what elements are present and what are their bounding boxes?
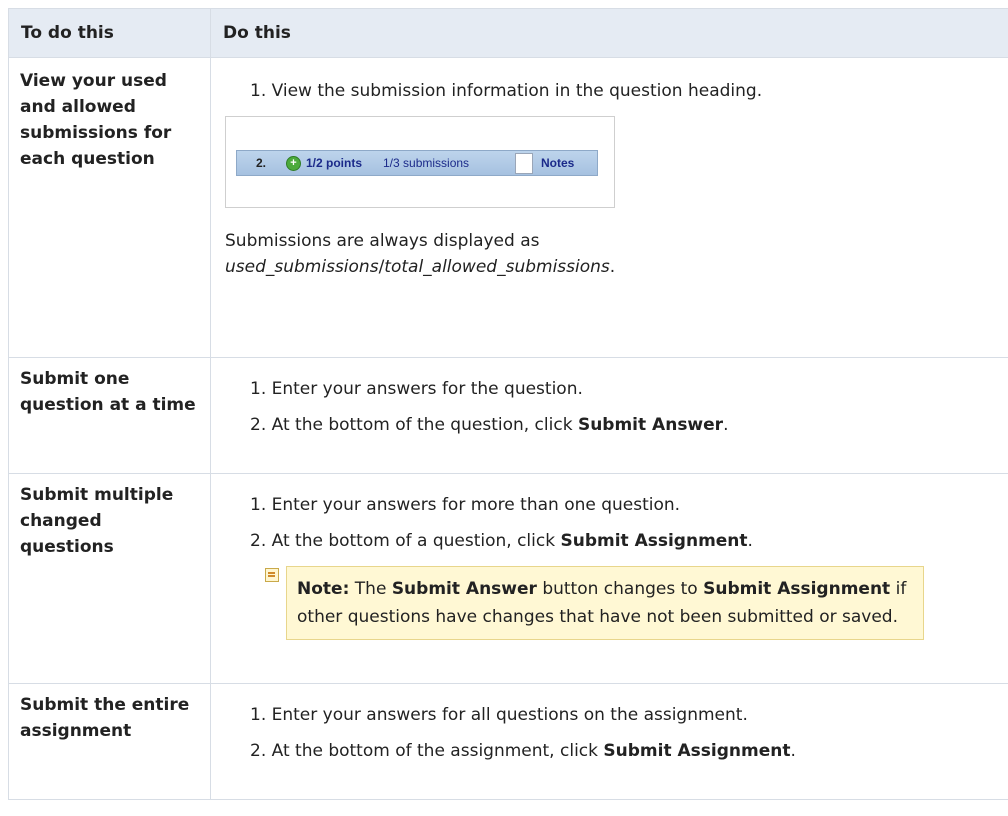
- steps-cell: 1. Enter your answers for more than one …: [210, 473, 1008, 684]
- step-bold: Submit Answer: [577, 415, 724, 435]
- note-label: Note:: [297, 579, 350, 599]
- list-item: 1. Enter your answers for the question.: [250, 376, 994, 402]
- task-cell: Submit multiple changed questions: [8, 473, 211, 684]
- task-cell: Submit one question at a time: [8, 357, 211, 474]
- list-item: 1. Enter your answers for more than one …: [250, 492, 994, 518]
- points-label: 1/2 points: [306, 156, 363, 170]
- step-text: 2. At the bottom of the assignment, clic…: [250, 741, 604, 761]
- note-text: The: [349, 579, 392, 599]
- notes-label: Notes: [541, 156, 575, 170]
- step-text: 2. At the bottom of the question, click: [250, 415, 578, 435]
- steps-cell: 1. Enter your answers for all questions …: [210, 683, 1008, 800]
- table-row: Submit the entire assignment 1. Enter yo…: [8, 683, 1008, 800]
- task-cell: Submit the entire assignment: [8, 683, 211, 800]
- notes-page-icon: [515, 153, 533, 174]
- step-bold: Submit Assignment: [603, 741, 791, 761]
- question-heading-bar: 2. + 1/2 points 1/3 submissions Notes: [236, 150, 598, 176]
- note-icon: [265, 568, 279, 582]
- question-number: 2.: [256, 156, 267, 170]
- step-text: 2. At the bottom of a question, click: [250, 531, 561, 551]
- format-used: used_submissions: [225, 257, 379, 277]
- step-text: 1. Enter your answers for the question.: [250, 379, 583, 399]
- steps-cell: 1. Enter your answers for the question. …: [210, 357, 1008, 474]
- list-item: 2. At the bottom of a question, click Su…: [250, 528, 994, 554]
- steps-cell: 1. View the submission information in th…: [210, 57, 1008, 358]
- list-item: 1. Enter your answers for all questions …: [250, 702, 994, 728]
- steps-list: 1. View the submission information in th…: [225, 78, 994, 104]
- header-row: To do this Do this: [8, 8, 1008, 58]
- help-table: To do this Do this View your used and al…: [8, 8, 1008, 800]
- format-total: total_allowed_submissions: [384, 257, 610, 277]
- plus-icon: +: [286, 156, 301, 171]
- note-bold: Submit Answer: [391, 579, 537, 599]
- step-end: .: [790, 741, 796, 761]
- submissions-label: 1/3 submissions: [383, 156, 470, 170]
- list-item: 1. View the submission information in th…: [250, 81, 763, 101]
- steps-list: 1. Enter your answers for all questions …: [225, 702, 994, 764]
- format-end: .: [609, 257, 616, 277]
- steps-list: 1. Enter your answers for the question. …: [225, 376, 994, 438]
- steps-list: 1. Enter your answers for more than one …: [225, 492, 994, 554]
- step-end: .: [723, 415, 729, 435]
- list-item: 2. At the bottom of the question, click …: [250, 412, 994, 438]
- step-text: 1. Enter your answers for all questions …: [250, 705, 748, 725]
- step-bold: Submit Assignment: [560, 531, 748, 551]
- list-item: 2. At the bottom of the assignment, clic…: [250, 738, 994, 764]
- note-text: button changes to: [536, 579, 704, 599]
- note-box: Note: The Submit Answer button changes t…: [286, 566, 924, 640]
- task-cell: View your used and allowed submissions f…: [8, 57, 211, 358]
- note-bold: Submit Assignment: [703, 579, 891, 599]
- question-heading-screenshot: 2. + 1/2 points 1/3 submissions Notes: [225, 116, 615, 208]
- submissions-format-text: Submissions are always displayed as used…: [225, 228, 994, 280]
- header-to-do-this: To do this: [8, 8, 211, 58]
- header-do-this: Do this: [210, 8, 1008, 58]
- step-text: 1. Enter your answers for more than one …: [250, 495, 681, 515]
- step-end: .: [747, 531, 753, 551]
- table-row: Submit multiple changed questions 1. Ent…: [8, 473, 1008, 684]
- note-callout: Note: The Submit Answer button changes t…: [265, 566, 994, 640]
- table-row: View your used and allowed submissions f…: [8, 57, 1008, 358]
- table-row: Submit one question at a time 1. Enter y…: [8, 357, 1008, 474]
- format-text: Submissions are always displayed as: [225, 231, 540, 251]
